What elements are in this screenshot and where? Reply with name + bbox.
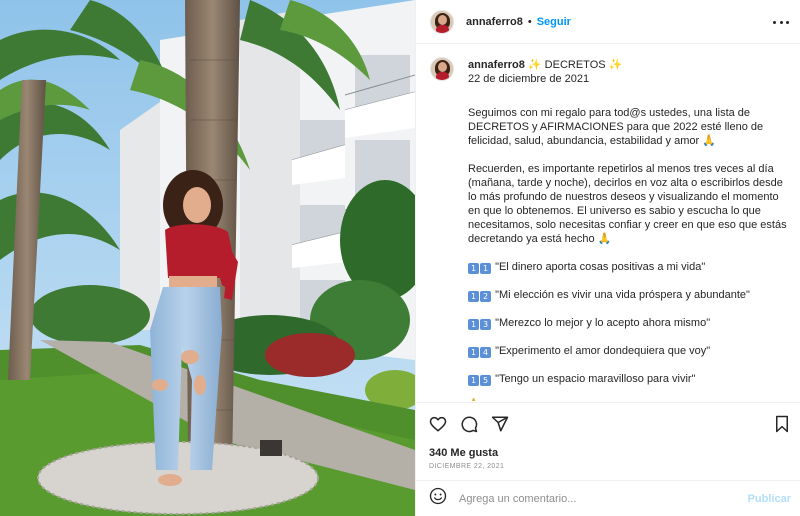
send-icon[interactable] bbox=[491, 415, 509, 433]
keycap-digit: 2 bbox=[480, 291, 491, 302]
decree-item: 12 "Mi elección es vivir una vida próspe… bbox=[468, 288, 788, 302]
keycap-digit: 1 bbox=[468, 263, 479, 274]
bookmark-icon[interactable] bbox=[773, 415, 791, 433]
caption-paragraph: Seguimos con mi regalo para tod@s ustede… bbox=[468, 107, 764, 147]
decree-item: 13 "Merezco lo mejor y lo acepto ahora m… bbox=[468, 316, 788, 330]
separator-dot: • bbox=[527, 15, 532, 28]
decree-text: "El dinero aporta cosas positivas a mi v… bbox=[495, 261, 706, 273]
post-sidebar: annaferro8 • Seguir annaferro8 ✨ DECRETO… bbox=[415, 0, 800, 516]
keycap-digit: 3 bbox=[480, 319, 491, 330]
post-date[interactable]: DICIEMBRE 22, 2021 bbox=[429, 463, 504, 470]
comment-bar: Publicar bbox=[416, 480, 800, 516]
decree-item: 11 "El dinero aporta cosas positivas a m… bbox=[468, 260, 788, 274]
caption-username[interactable]: annaferro8 bbox=[468, 59, 525, 71]
post-header: annaferro8 • Seguir bbox=[416, 0, 800, 44]
caption-trailing: 🙏 ↓↓ bbox=[468, 396, 788, 401]
keycap-digit: 1 bbox=[480, 263, 491, 274]
emoji-icon[interactable] bbox=[429, 487, 447, 510]
post-image bbox=[0, 0, 415, 516]
caption-title: ✨ DECRETOS ✨ bbox=[527, 59, 623, 71]
caption-date: 22 de diciembre de 2021 bbox=[468, 73, 590, 85]
keycap-digit: 1 bbox=[468, 347, 479, 358]
instagram-post: annaferro8 • Seguir annaferro8 ✨ DECRETO… bbox=[0, 0, 800, 516]
decree-text: "Experimento el amor dondequiera que voy… bbox=[495, 345, 711, 357]
keycap-digit: 1 bbox=[468, 291, 479, 302]
heart-icon[interactable] bbox=[429, 415, 447, 433]
keycap-digit: 4 bbox=[480, 347, 491, 358]
keycap-digit: 1 bbox=[468, 319, 479, 330]
comment-input[interactable] bbox=[459, 492, 739, 505]
post-photo[interactable] bbox=[0, 0, 415, 516]
caption-paragraph: Recuerden, es importante repetirlos al m… bbox=[468, 163, 787, 245]
comment-icon[interactable] bbox=[460, 415, 478, 433]
action-bar: 340 Me gusta DICIEMBRE 22, 2021 bbox=[416, 402, 800, 479]
decree-text: "Tengo un espacio maravilloso para vivir… bbox=[495, 373, 696, 385]
caption-text: annaferro8 ✨ DECRETOS ✨ 22 de diciembre … bbox=[468, 58, 788, 401]
caption-avatar-wrap bbox=[430, 57, 466, 81]
keycap-digit: 1 bbox=[468, 375, 479, 386]
publish-button[interactable]: Publicar bbox=[748, 493, 791, 505]
caption-title-line: annaferro8 ✨ DECRETOS ✨ bbox=[468, 58, 788, 72]
keycap-digit: 5 bbox=[480, 375, 491, 386]
more-options-icon[interactable] bbox=[773, 14, 789, 30]
follow-button[interactable]: Seguir bbox=[537, 16, 571, 28]
decree-item: 15 "Tengo un espacio maravilloso para vi… bbox=[468, 372, 788, 386]
avatar[interactable] bbox=[430, 9, 454, 34]
decree-text: "Merezco lo mejor y lo acepto ahora mism… bbox=[495, 317, 711, 329]
caption-avatar[interactable] bbox=[430, 57, 454, 81]
decree-item: 14 "Experimento el amor dondequiera que … bbox=[468, 344, 788, 358]
decree-text: "Mi elección es vivir una vida próspera … bbox=[495, 289, 750, 301]
likes-count[interactable]: 340 Me gusta bbox=[429, 447, 498, 459]
username-link[interactable]: annaferro8 bbox=[466, 16, 523, 28]
caption-scroll-area[interactable]: annaferro8 ✨ DECRETOS ✨ 22 de diciembre … bbox=[416, 45, 800, 401]
